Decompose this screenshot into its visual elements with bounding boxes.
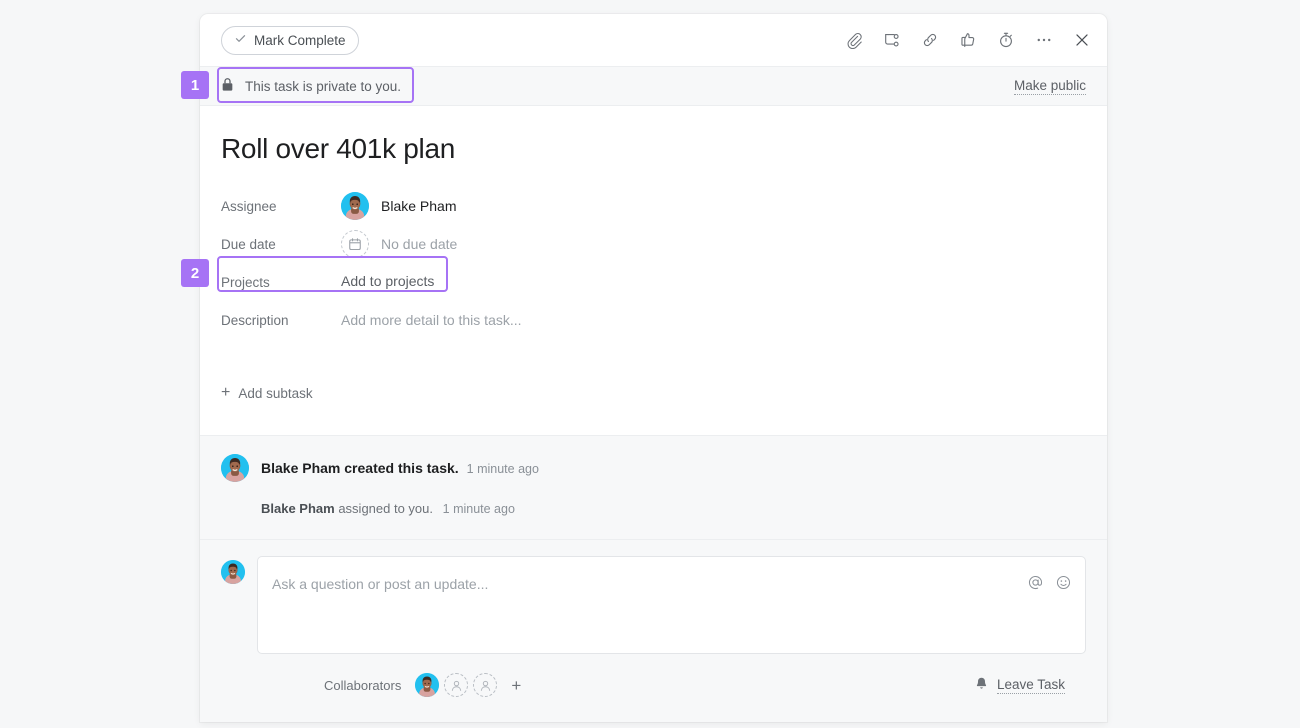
activity-created-text: Blake Pham created this task. 1 minute ag… [261, 460, 539, 476]
leave-task-button[interactable]: Leave Task [974, 676, 1065, 694]
task-title[interactable]: Roll over 401k plan [221, 106, 1086, 165]
assignee-name: Blake Pham [381, 198, 457, 214]
activity-action: assigned to you. [338, 501, 434, 516]
activity-item-assigned: Blake Pham assigned to you. 1 minute ago [261, 501, 1086, 516]
more-options-icon[interactable] [1033, 29, 1055, 51]
add-collaborator-button[interactable]: + [511, 677, 521, 694]
due-date-value: No due date [381, 236, 458, 252]
due-date-value-group[interactable]: No due date [341, 230, 457, 258]
assignee-label: Assignee [221, 198, 277, 214]
avatar [221, 454, 249, 482]
comment-icon-group [1027, 574, 1072, 596]
privacy-message: This task is private to you. [245, 78, 402, 94]
task-body: Roll over 401k plan Assignee Blake Pham … [200, 106, 1107, 435]
lock-icon [221, 77, 234, 95]
check-icon [234, 32, 247, 48]
activity-actor: Blake Pham [261, 501, 335, 516]
collaborator-placeholder-avatar[interactable] [473, 673, 498, 697]
projects-label: Projects [221, 274, 270, 290]
collaborator-placeholder-avatar[interactable] [444, 673, 469, 697]
assignee-field-row: Assignee Blake Pham [221, 187, 1086, 225]
mark-complete-label: Mark Complete [254, 32, 346, 48]
comment-input[interactable]: Ask a question or post an update... [257, 556, 1086, 654]
avatar[interactable] [415, 673, 440, 697]
task-fields: Assignee Blake Pham Due date No due date… [221, 187, 1086, 339]
task-toolbar: Mark Complete [200, 14, 1107, 66]
leave-task-label: Leave Task [996, 676, 1065, 694]
description-input[interactable]: Add more detail to this task... [341, 312, 522, 328]
mark-complete-button[interactable]: Mark Complete [221, 25, 359, 55]
calendar-icon [341, 230, 369, 258]
comment-composer-row: Ask a question or post an update... [221, 556, 1086, 654]
comment-composer-section: Ask a question or post an update... Coll… [200, 539, 1107, 722]
add-subtask-label: Add subtask [238, 385, 313, 401]
assignee-value-group[interactable]: Blake Pham [341, 192, 456, 220]
close-icon[interactable] [1071, 29, 1093, 51]
due-date-field-row: Due date No due date [221, 225, 1086, 263]
bell-icon [974, 676, 989, 694]
activity-feed: Blake Pham created this task. 1 minute ag… [200, 435, 1107, 539]
subtask-icon[interactable] [881, 29, 903, 51]
toolbar-icon-group [843, 29, 1093, 51]
add-subtask-button[interactable]: + Add subtask [221, 385, 313, 401]
emoji-icon[interactable] [1055, 574, 1072, 596]
annotation-badge-1: 1 [181, 71, 209, 99]
privacy-message-group: This task is private to you. [221, 77, 401, 95]
activity-item-created: Blake Pham created this task. 1 minute ag… [221, 454, 1086, 482]
task-detail-panel: Mark Complete This task is private to yo… [200, 14, 1107, 722]
timer-icon[interactable] [995, 29, 1017, 51]
activity-actor: Blake Pham [261, 460, 341, 476]
activity-timestamp: 1 minute ago [442, 502, 515, 516]
due-date-label: Due date [221, 236, 276, 252]
plus-icon: + [221, 384, 231, 401]
description-label: Description [221, 312, 289, 328]
thumbs-up-icon[interactable] [957, 29, 979, 51]
comment-placeholder: Ask a question or post an update... [272, 576, 489, 592]
privacy-banner: This task is private to you. Make public [200, 66, 1107, 106]
collaborators-label: Collaborators [324, 677, 402, 693]
annotation-badge-2: 2 [181, 259, 209, 287]
mention-icon[interactable] [1027, 574, 1044, 596]
add-to-projects-link[interactable]: Add to projects [341, 273, 435, 291]
activity-action: created this task. [344, 460, 459, 476]
link-icon[interactable] [919, 29, 941, 51]
collaborator-avatars: + [415, 673, 521, 697]
description-field-row: Description Add more detail to this task… [221, 301, 1086, 339]
collaborators-row: Collaborators + Leave Task [221, 654, 1086, 697]
attachment-icon[interactable] [843, 29, 865, 51]
projects-value-group[interactable]: Add to projects [341, 273, 435, 291]
avatar [221, 560, 245, 584]
projects-field-row: Projects Add to projects [221, 263, 1086, 301]
activity-timestamp: 1 minute ago [466, 462, 539, 476]
avatar [341, 192, 369, 220]
make-public-link[interactable]: Make public [1013, 78, 1086, 95]
